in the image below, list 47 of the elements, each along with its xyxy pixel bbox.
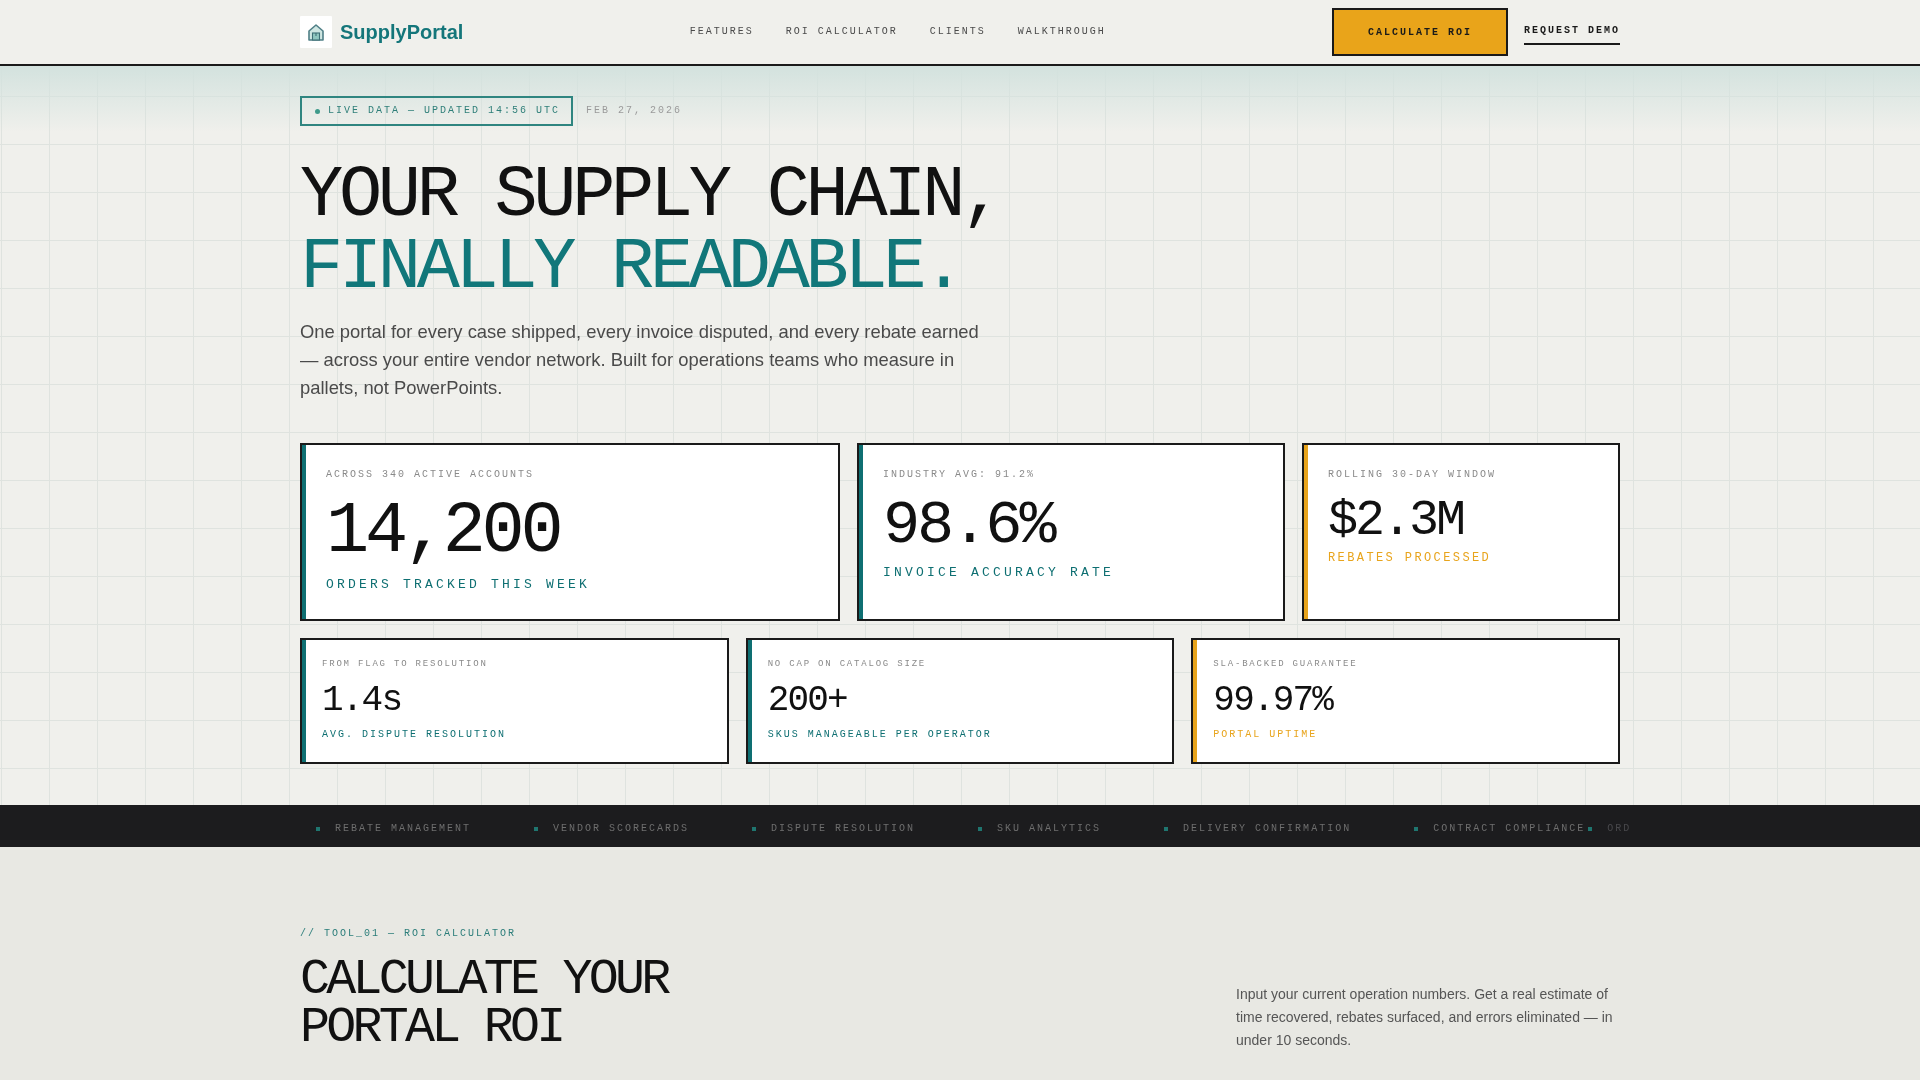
nav-link[interactable]: WALKTHROUGH xyxy=(1017,25,1106,39)
date-text: FEB 27, 2026 xyxy=(586,104,683,118)
metric-label: PORTAL UPTIME xyxy=(1213,728,1318,742)
stat-value: $2.3M xyxy=(1328,496,1464,546)
nav-link[interactable]: CLIENTS xyxy=(929,25,986,39)
metric-value: 200+ xyxy=(767,683,847,719)
nav-link[interactable]: ROI CALCULATOR xyxy=(785,25,898,39)
bullet-icon xyxy=(978,826,983,831)
metric-caption: NO CAP ON CATALOG SIZE xyxy=(767,658,927,671)
bullet-icon xyxy=(1414,826,1419,831)
bullet-icon xyxy=(752,826,757,831)
hero-description: One portal for every case shipped, every invoice disputed, and every rebate earned — across your entire vendor network. Built for operations teams who measure in pallets, not PowerPoints. xyxy=(300,320,980,400)
stat-caption: INDUSTRY AVG: 91.2% xyxy=(883,468,1036,482)
ticker-item: REBATE MANAGEMENT xyxy=(335,821,472,836)
status-text: LIVE DATA — UPDATED 14:56 UTC xyxy=(328,104,561,118)
metric-label: SKUS MANAGEABLE PER OPERATOR xyxy=(767,728,992,742)
bullet-icon xyxy=(316,826,320,831)
ticker-item: DISPUTE RESOLUTION xyxy=(771,821,916,836)
metric-value: 99.97% xyxy=(1213,683,1333,719)
section-eyebrow: // TOOL_01 — ROI CALCULATOR xyxy=(300,927,517,941)
section-title: CALCULATE YOUR PORTAL ROI xyxy=(300,956,670,1052)
bullet-icon xyxy=(534,826,539,831)
stat-caption: ROLLING 30-DAY WINDOW xyxy=(1328,468,1497,482)
warehouse-icon xyxy=(300,16,332,48)
request-demo-link[interactable]: REQUEST DEMO xyxy=(1523,24,1620,45)
headline: YOUR SUPPLY CHAIN, xyxy=(300,160,1000,232)
brand-link[interactable]: SupplyPortal xyxy=(300,16,464,48)
metric-label: AVG. DISPUTE RESOLUTION xyxy=(322,728,507,742)
metric-caption: SLA-BACKED GUARANTEE xyxy=(1213,658,1358,671)
ticker-item: DELIVERY CONFIRMATION xyxy=(1183,821,1352,836)
stat-label: ORDERS TRACKED THIS WEEK xyxy=(326,576,591,594)
ticker-item: VENDOR SCORECARDS xyxy=(553,821,690,836)
metric-value: 1.4s xyxy=(322,683,402,719)
ticker-item: SKU ANALYTICS xyxy=(997,821,1102,836)
nav-link[interactable]: FEATURES xyxy=(689,25,754,39)
stat-label: REBATES PROCESSED xyxy=(1328,550,1492,566)
stat-value: 14,200 xyxy=(326,496,560,568)
stat-label: INVOICE ACCURACY RATE xyxy=(883,564,1115,582)
stat-value: 98.6% xyxy=(883,495,1054,557)
metric-caption: FROM FLAG TO RESOLUTION xyxy=(322,658,488,671)
headline-highlight: FINALLY READABLE. xyxy=(300,232,962,304)
bullet-icon xyxy=(1588,826,1593,831)
section-description: Input your current operation numbers. Get a real estimate of time recovered, rebates surfaced, and errors eliminated — in under 10 seconds. xyxy=(1236,985,1614,1050)
calculate-roi-button[interactable]: CALCULATE ROI xyxy=(1331,8,1508,56)
stat-caption: ACROSS 340 ACTIVE ACCOUNTS xyxy=(326,468,535,482)
bullet-icon xyxy=(1164,826,1169,831)
ticker-item: CONTRACT COMPLIANCE xyxy=(1433,821,1586,836)
